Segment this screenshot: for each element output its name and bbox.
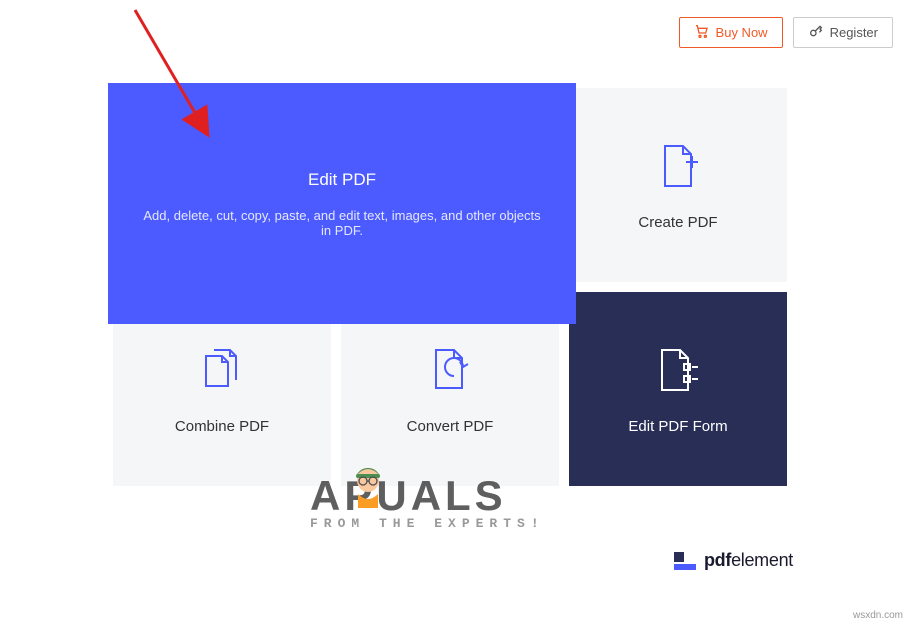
buy-now-label: Buy Now xyxy=(716,25,768,40)
register-button[interactable]: Register xyxy=(793,17,893,48)
register-label: Register xyxy=(830,25,878,40)
top-bar: Buy Now Register xyxy=(679,17,893,48)
cart-icon xyxy=(694,23,710,42)
create-pdf-label: Create PDF xyxy=(638,214,717,231)
footer-brand: pdfelement xyxy=(674,550,793,571)
corner-text: wsxdn.com xyxy=(853,610,903,621)
edit-pdf-title: Edit PDF xyxy=(308,170,376,190)
combine-pdf-label: Combine PDF xyxy=(175,418,269,435)
create-pdf-card[interactable]: Create PDF xyxy=(569,88,787,282)
combine-pdf-icon xyxy=(196,344,248,396)
edit-pdf-card[interactable]: Edit PDF Add, delete, cut, copy, paste, … xyxy=(108,83,576,324)
pdfelement-logo-icon xyxy=(674,552,696,570)
footer-brand-text: pdfelement xyxy=(704,550,793,571)
convert-pdf-icon xyxy=(424,344,476,396)
edit-pdf-form-icon xyxy=(652,344,704,396)
watermark-tagline: FROM THE EXPERTS! xyxy=(310,516,545,531)
edit-pdf-form-card[interactable]: Edit PDF Form xyxy=(569,292,787,486)
edit-pdf-form-label: Edit PDF Form xyxy=(628,418,727,435)
buy-now-button[interactable]: Buy Now xyxy=(679,17,783,48)
convert-pdf-label: Convert PDF xyxy=(407,418,494,435)
key-icon xyxy=(808,23,824,42)
create-pdf-icon xyxy=(652,140,704,192)
edit-pdf-description: Add, delete, cut, copy, paste, and edit … xyxy=(138,208,546,238)
